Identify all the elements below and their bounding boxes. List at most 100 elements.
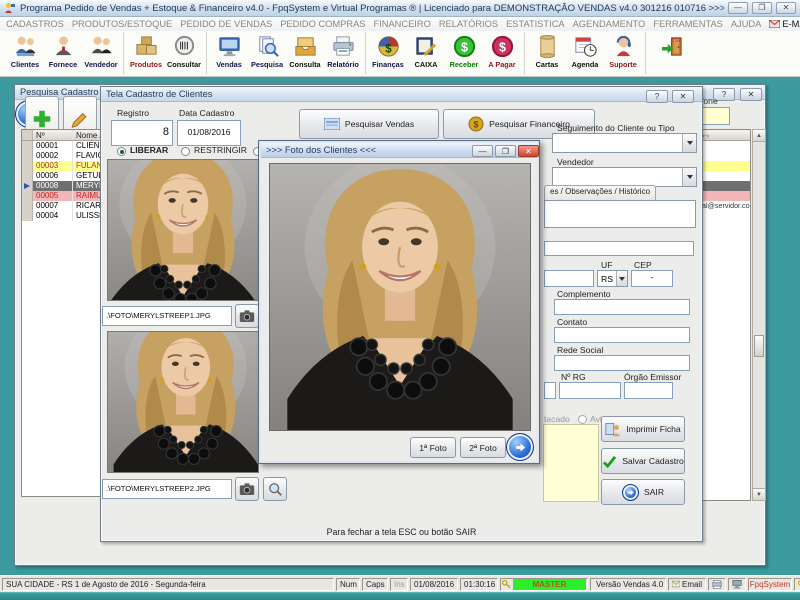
- vendedor-dropdown[interactable]: [552, 167, 697, 187]
- foto-maximize-button[interactable]: ❐: [495, 145, 516, 157]
- toolbar-fornece[interactable]: Fornece: [44, 32, 82, 69]
- toolbar-financas[interactable]: $ Finanças: [369, 32, 407, 69]
- tela-close-button[interactable]: ✕: [672, 90, 694, 103]
- cpf-field[interactable]: [544, 382, 556, 399]
- uf-dropdown[interactable]: RS: [597, 270, 628, 287]
- radio-restringir[interactable]: [181, 147, 190, 156]
- menu-cadastros[interactable]: CADASTROS: [6, 19, 64, 29]
- menu-ajuda[interactable]: AJUDA: [731, 19, 761, 29]
- minimize-button[interactable]: —: [728, 2, 748, 14]
- cep-field[interactable]: -: [631, 270, 673, 287]
- list-item[interactable]: [700, 141, 750, 151]
- contato-field[interactable]: [554, 327, 690, 343]
- close-button[interactable]: ✕: [776, 2, 796, 14]
- foto1-button[interactable]: 1ª Foto: [410, 437, 456, 458]
- restore-button[interactable]: ❐: [752, 2, 772, 14]
- rede-social-field[interactable]: [554, 355, 690, 371]
- coin-icon: $: [468, 116, 484, 132]
- chevron-down-icon[interactable]: [682, 134, 696, 152]
- complemento-field[interactable]: [554, 299, 690, 315]
- toolbar-suporte[interactable]: Suporte: [604, 32, 642, 69]
- clients-table-right[interactable]: ›-› al@servidor.com.b: [699, 129, 751, 501]
- salvar-cadastro-button[interactable]: Salvar Cadastro: [601, 448, 685, 474]
- email-cell[interactable]: al@servidor.com.b: [700, 201, 750, 211]
- foto-minimize-button[interactable]: —: [472, 145, 493, 157]
- photo2-zoom-button[interactable]: [263, 477, 287, 501]
- registro-field[interactable]: 8: [111, 120, 173, 146]
- toolbar-vendas[interactable]: Vendas: [210, 32, 248, 69]
- menu-financeiro[interactable]: FINANCEIRO: [373, 19, 430, 29]
- phone-search-input[interactable]: [699, 107, 730, 125]
- observacoes-box[interactable]: [544, 200, 696, 228]
- tab-observacoes[interactable]: es / Observações / Histórico: [544, 185, 656, 200]
- list-item[interactable]: [700, 161, 750, 171]
- menu-produtos-estoque[interactable]: PRODUTOS/ESTOQUE: [72, 19, 172, 29]
- foto-close-button[interactable]: ✕: [518, 145, 539, 157]
- toolbar-cartas[interactable]: Cartas: [528, 32, 566, 69]
- foto-next-button[interactable]: [506, 433, 534, 461]
- toolbar-a-pagar[interactable]: $ A Pagar: [483, 32, 521, 69]
- envelope-icon: [769, 20, 780, 28]
- radio-aviso[interactable]: [578, 415, 587, 424]
- vertical-scrollbar[interactable]: ▲ ▼: [752, 129, 766, 501]
- toolbar-relatorio[interactable]: Relatório: [324, 32, 362, 69]
- scroll-up-arrow[interactable]: ▲: [753, 130, 765, 142]
- list-item[interactable]: [700, 191, 750, 201]
- aviso-memo[interactable]: [543, 424, 599, 502]
- chevron-down-icon[interactable]: [682, 168, 696, 186]
- list-item[interactable]: [700, 181, 750, 191]
- menu-email[interactable]: E-MAIL: [769, 19, 800, 29]
- toolbar-vendedor[interactable]: Vendedor: [82, 32, 120, 69]
- radio-liberar[interactable]: [117, 147, 126, 156]
- list-item[interactable]: [700, 151, 750, 161]
- pesquisar-vendas-button[interactable]: Pesquisar Vendas: [299, 109, 439, 139]
- seguimento-dropdown[interactable]: [552, 133, 697, 153]
- data-cadastro-field[interactable]: 01/08/2016: [177, 120, 241, 146]
- toolbar-agenda[interactable]: Agenda: [566, 32, 604, 69]
- menu-pedido-compras[interactable]: PEDIDO COMPRAS: [280, 19, 365, 29]
- status-network[interactable]: [728, 578, 746, 591]
- rg-field[interactable]: [559, 382, 621, 399]
- cidade-field[interactable]: [544, 270, 594, 287]
- list-item[interactable]: [700, 171, 750, 181]
- tela-help-button[interactable]: ?: [646, 90, 668, 103]
- endereco-field[interactable]: [544, 241, 694, 256]
- menu-ferramentas[interactable]: FERRAMENTAS: [653, 19, 723, 29]
- key-icon: [502, 580, 511, 589]
- photo1-path-field[interactable]: .\FOTO\MERYLSTREEP1.JPG: [102, 306, 232, 326]
- toolbar-consulta[interactable]: Consulta: [286, 32, 324, 69]
- chevron-down-icon[interactable]: [616, 271, 627, 286]
- menu-estatistica[interactable]: ESTATISTICA: [506, 19, 565, 29]
- photo1-camera-button[interactable]: [235, 304, 259, 328]
- menu-relatorios[interactable]: RELATÓRIOS: [439, 19, 498, 29]
- photo2-path-field[interactable]: .\FOTO\MERYLSTREEP2.JPG: [102, 479, 232, 499]
- menu-agendamento[interactable]: AGENDAMENTO: [573, 19, 646, 29]
- pesquisa-close-button[interactable]: ✕: [740, 88, 762, 101]
- toolbar-consultar[interactable]: Consultar: [165, 32, 203, 69]
- vendedor-label: Vendedor: [557, 157, 594, 167]
- toolbar-caixa[interactable]: CAIXA: [407, 32, 445, 69]
- envelope-icon: [672, 580, 680, 588]
- scroll-down-arrow[interactable]: ▼: [753, 488, 765, 500]
- sair-button[interactable]: SAIR: [601, 479, 685, 505]
- foto2-button[interactable]: 2ª Foto: [460, 437, 506, 458]
- toolbar-exit[interactable]: EXIT: [649, 32, 695, 59]
- status-email[interactable]: Email: [668, 578, 706, 591]
- client-photo-1: [107, 159, 259, 301]
- toolbar-separator: [524, 32, 525, 74]
- menu-pedido-de-vendas[interactable]: PEDIDO DE VENDAS: [180, 19, 272, 29]
- status-printer[interactable]: [708, 578, 726, 591]
- list-item[interactable]: [700, 211, 750, 221]
- app-icon: [4, 2, 16, 14]
- toolbar-clientes[interactable]: Clientes: [6, 32, 44, 69]
- toolbar-produtos[interactable]: Produtos: [127, 32, 165, 69]
- toolbar-pesquisa[interactable]: Pesquisa: [248, 32, 286, 69]
- imprimir-ficha-button[interactable]: Imprimir Ficha: [601, 416, 685, 442]
- orgao-emissor-field[interactable]: [624, 382, 673, 399]
- scroll-thumb[interactable]: [754, 335, 764, 357]
- tela-titlebar[interactable]: Tela Cadastro de Clientes: [101, 87, 702, 102]
- toolbar-receber[interactable]: $ Receber: [445, 32, 483, 69]
- bottom-strip: [0, 592, 800, 600]
- photo2-camera-button[interactable]: [235, 477, 259, 501]
- main-title: Programa Pedido de Vendas + Estoque & Fi…: [20, 3, 724, 14]
